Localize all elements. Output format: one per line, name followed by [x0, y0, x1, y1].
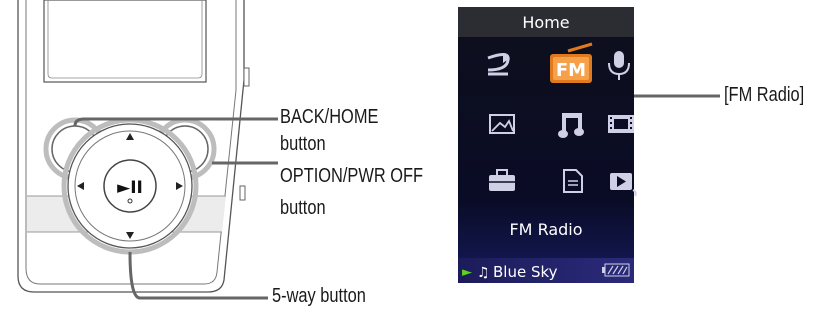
status-song-title: Blue Sky: [493, 263, 558, 281]
side-button-bottom[interactable]: [239, 185, 246, 201]
fm-icon-text: FM: [556, 60, 586, 81]
video-icon[interactable]: [608, 115, 634, 133]
selected-item-label: FM Radio: [509, 220, 582, 239]
option-pwr-off-label: OPTION/PWR OFF button: [280, 165, 423, 220]
back-home-label: BACK/HOME button: [280, 106, 378, 156]
device-illustration: ►II: [17, 0, 250, 293]
player-diagram: ►II Home FM FM Radio ► ♫ Blue Sky: [17, 0, 720, 300]
screen-title: Home: [522, 13, 569, 32]
status-play-icon: ►: [462, 265, 472, 280]
side-button-top[interactable]: [243, 67, 250, 87]
screen-background: [458, 7, 634, 283]
back-home-label-line2: button: [280, 133, 326, 155]
fm-radio-label: [FM Radio]: [724, 84, 805, 106]
home-screen: Home FM FM Radio ► ♫ Blue Sky: [458, 7, 637, 283]
status-note-icon: ♫: [477, 265, 490, 281]
back-home-label-line1: BACK/HOME: [280, 106, 379, 128]
five-way-button-label: 5-way button: [272, 285, 366, 307]
option-pwr-off-label-line2: button: [280, 197, 326, 219]
option-pwr-off-label-line1: OPTION/PWR OFF: [280, 165, 424, 187]
play-pause-icon: ►II: [117, 178, 143, 198]
five-way-button[interactable]: ►II: [61, 117, 199, 255]
device-screen-window: [43, 0, 207, 83]
